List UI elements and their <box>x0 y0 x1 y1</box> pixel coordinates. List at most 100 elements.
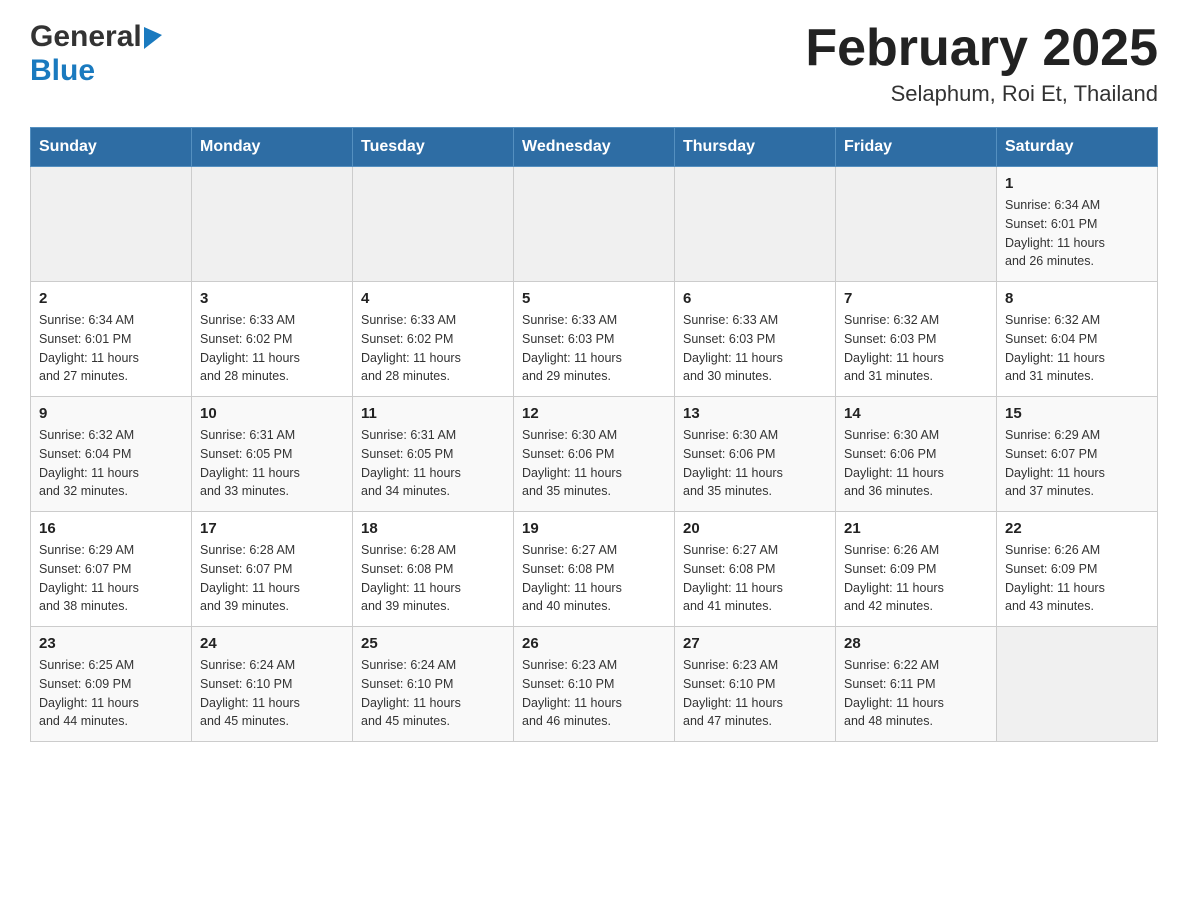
day-number: 8 <box>1005 290 1149 307</box>
calendar-cell <box>353 167 514 282</box>
day-number: 23 <box>39 635 183 652</box>
day-info: Sunrise: 6:33 AMSunset: 6:03 PMDaylight:… <box>522 311 666 386</box>
day-info: Sunrise: 6:29 AMSunset: 6:07 PMDaylight:… <box>1005 426 1149 501</box>
day-number: 17 <box>200 520 344 537</box>
weekday-header-friday: Friday <box>836 128 997 167</box>
page-title: February 2025 <box>805 20 1158 77</box>
weekday-header-monday: Monday <box>192 128 353 167</box>
weekday-header-sunday: Sunday <box>31 128 192 167</box>
calendar-week-5: 23 Sunrise: 6:25 AMSunset: 6:09 PMDayligh… <box>31 627 1158 742</box>
calendar-cell <box>997 627 1158 742</box>
calendar-cell <box>675 167 836 282</box>
calendar-cell: 17 Sunrise: 6:28 AMSunset: 6:07 PMDayligh… <box>192 512 353 627</box>
logo-blue: Blue <box>30 54 95 88</box>
calendar-week-1: 1Sunrise: 6:34 AMSunset: 6:01 PMDaylight… <box>31 167 1158 282</box>
calendar-cell: 2 Sunrise: 6:34 AMSunset: 6:01 PMDaylight… <box>31 282 192 397</box>
calendar-week-3: 9Sunrise: 6:32 AMSunset: 6:04 PMDaylight… <box>31 397 1158 512</box>
logo-general: General <box>30 20 142 54</box>
day-info: Sunrise: 6:22 AMSunset: 6:11 PMDaylight:… <box>844 656 988 731</box>
calendar-cell: 14 Sunrise: 6:30 AMSunset: 6:06 PMDayligh… <box>836 397 997 512</box>
calendar-cell: 20Sunrise: 6:27 AMSunset: 6:08 PMDayligh… <box>675 512 836 627</box>
day-number: 18 <box>361 520 505 537</box>
day-number: 21 <box>844 520 988 537</box>
day-number: 10 <box>200 405 344 422</box>
day-info: Sunrise: 6:33 AMSunset: 6:02 PMDaylight:… <box>361 311 505 386</box>
day-info: Sunrise: 6:34 AMSunset: 6:01 PMDaylight:… <box>39 311 183 386</box>
day-info: Sunrise: 6:33 AMSunset: 6:03 PMDaylight:… <box>683 311 827 386</box>
calendar-cell: 23 Sunrise: 6:25 AMSunset: 6:09 PMDayligh… <box>31 627 192 742</box>
day-info: Sunrise: 6:24 AMSunset: 6:10 PMDaylight:… <box>361 656 505 731</box>
day-number: 24 <box>200 635 344 652</box>
weekday-header-thursday: Thursday <box>675 128 836 167</box>
day-number: 26 <box>522 635 666 652</box>
calendar-cell: 19 Sunrise: 6:27 AMSunset: 6:08 PMDayligh… <box>514 512 675 627</box>
day-info: Sunrise: 6:24 AMSunset: 6:10 PMDaylight:… <box>200 656 344 731</box>
calendar-table: SundayMondayTuesdayWednesdayThursdayFrid… <box>30 127 1158 742</box>
day-number: 13 <box>683 405 827 422</box>
calendar-week-4: 16 Sunrise: 6:29 AMSunset: 6:07 PMDayligh… <box>31 512 1158 627</box>
calendar-cell <box>192 167 353 282</box>
day-number: 2 <box>39 290 183 307</box>
day-number: 4 <box>361 290 505 307</box>
calendar-cell: 12Sunrise: 6:30 AMSunset: 6:06 PMDayligh… <box>514 397 675 512</box>
day-info: Sunrise: 6:31 AMSunset: 6:05 PMDaylight:… <box>200 426 344 501</box>
calendar-cell: 26Sunrise: 6:23 AMSunset: 6:10 PMDayligh… <box>514 627 675 742</box>
title-block: February 2025 Selaphum, Roi Et, Thailand <box>805 20 1158 107</box>
page-subtitle: Selaphum, Roi Et, Thailand <box>805 81 1158 107</box>
day-number: 6 <box>683 290 827 307</box>
day-info: Sunrise: 6:23 AMSunset: 6:10 PMDaylight:… <box>683 656 827 731</box>
weekday-header-wednesday: Wednesday <box>514 128 675 167</box>
day-info: Sunrise: 6:34 AMSunset: 6:01 PMDaylight:… <box>1005 196 1149 271</box>
calendar-cell: 3Sunrise: 6:33 AMSunset: 6:02 PMDaylight… <box>192 282 353 397</box>
day-number: 27 <box>683 635 827 652</box>
day-number: 28 <box>844 635 988 652</box>
calendar-cell: 27 Sunrise: 6:23 AMSunset: 6:10 PMDayligh… <box>675 627 836 742</box>
day-info: Sunrise: 6:27 AMSunset: 6:08 PMDaylight:… <box>522 541 666 616</box>
calendar-cell: 22 Sunrise: 6:26 AMSunset: 6:09 PMDayligh… <box>997 512 1158 627</box>
page-header: General Blue February 2025 Selaphum, Roi… <box>30 20 1158 107</box>
logo: General Blue <box>30 20 162 88</box>
weekday-header-saturday: Saturday <box>997 128 1158 167</box>
day-info: Sunrise: 6:30 AMSunset: 6:06 PMDaylight:… <box>844 426 988 501</box>
calendar-cell: 16 Sunrise: 6:29 AMSunset: 6:07 PMDayligh… <box>31 512 192 627</box>
calendar-cell: 10 Sunrise: 6:31 AMSunset: 6:05 PMDayligh… <box>192 397 353 512</box>
calendar-header: SundayMondayTuesdayWednesdayThursdayFrid… <box>31 128 1158 167</box>
day-info: Sunrise: 6:30 AMSunset: 6:06 PMDaylight:… <box>522 426 666 501</box>
day-info: Sunrise: 6:25 AMSunset: 6:09 PMDaylight:… <box>39 656 183 731</box>
calendar-cell: 1Sunrise: 6:34 AMSunset: 6:01 PMDaylight… <box>997 167 1158 282</box>
day-number: 15 <box>1005 405 1149 422</box>
calendar-cell: 18 Sunrise: 6:28 AMSunset: 6:08 PMDayligh… <box>353 512 514 627</box>
calendar-cell: 25 Sunrise: 6:24 AMSunset: 6:10 PMDayligh… <box>353 627 514 742</box>
calendar-cell: 24 Sunrise: 6:24 AMSunset: 6:10 PMDayligh… <box>192 627 353 742</box>
calendar-cell: 7 Sunrise: 6:32 AMSunset: 6:03 PMDaylight… <box>836 282 997 397</box>
day-info: Sunrise: 6:26 AMSunset: 6:09 PMDaylight:… <box>844 541 988 616</box>
calendar-cell: 9Sunrise: 6:32 AMSunset: 6:04 PMDaylight… <box>31 397 192 512</box>
day-number: 22 <box>1005 520 1149 537</box>
day-number: 16 <box>39 520 183 537</box>
day-info: Sunrise: 6:26 AMSunset: 6:09 PMDaylight:… <box>1005 541 1149 616</box>
calendar-body: 1Sunrise: 6:34 AMSunset: 6:01 PMDaylight… <box>31 167 1158 742</box>
day-info: Sunrise: 6:29 AMSunset: 6:07 PMDaylight:… <box>39 541 183 616</box>
calendar-cell <box>514 167 675 282</box>
day-info: Sunrise: 6:32 AMSunset: 6:04 PMDaylight:… <box>39 426 183 501</box>
day-number: 7 <box>844 290 988 307</box>
day-number: 19 <box>522 520 666 537</box>
day-info: Sunrise: 6:27 AMSunset: 6:08 PMDaylight:… <box>683 541 827 616</box>
day-info: Sunrise: 6:28 AMSunset: 6:07 PMDaylight:… <box>200 541 344 616</box>
calendar-cell: 28 Sunrise: 6:22 AMSunset: 6:11 PMDayligh… <box>836 627 997 742</box>
day-number: 25 <box>361 635 505 652</box>
day-number: 14 <box>844 405 988 422</box>
day-info: Sunrise: 6:32 AMSunset: 6:03 PMDaylight:… <box>844 311 988 386</box>
logo-triangle-icon <box>144 27 162 49</box>
calendar-cell: 21 Sunrise: 6:26 AMSunset: 6:09 PMDayligh… <box>836 512 997 627</box>
calendar-cell: 11Sunrise: 6:31 AMSunset: 6:05 PMDayligh… <box>353 397 514 512</box>
calendar-week-2: 2 Sunrise: 6:34 AMSunset: 6:01 PMDaylight… <box>31 282 1158 397</box>
weekday-header-tuesday: Tuesday <box>353 128 514 167</box>
day-info: Sunrise: 6:30 AMSunset: 6:06 PMDaylight:… <box>683 426 827 501</box>
day-info: Sunrise: 6:32 AMSunset: 6:04 PMDaylight:… <box>1005 311 1149 386</box>
calendar-cell: 4 Sunrise: 6:33 AMSunset: 6:02 PMDaylight… <box>353 282 514 397</box>
day-info: Sunrise: 6:28 AMSunset: 6:08 PMDaylight:… <box>361 541 505 616</box>
calendar-cell: 6 Sunrise: 6:33 AMSunset: 6:03 PMDaylight… <box>675 282 836 397</box>
calendar-cell: 15 Sunrise: 6:29 AMSunset: 6:07 PMDayligh… <box>997 397 1158 512</box>
day-info: Sunrise: 6:31 AMSunset: 6:05 PMDaylight:… <box>361 426 505 501</box>
